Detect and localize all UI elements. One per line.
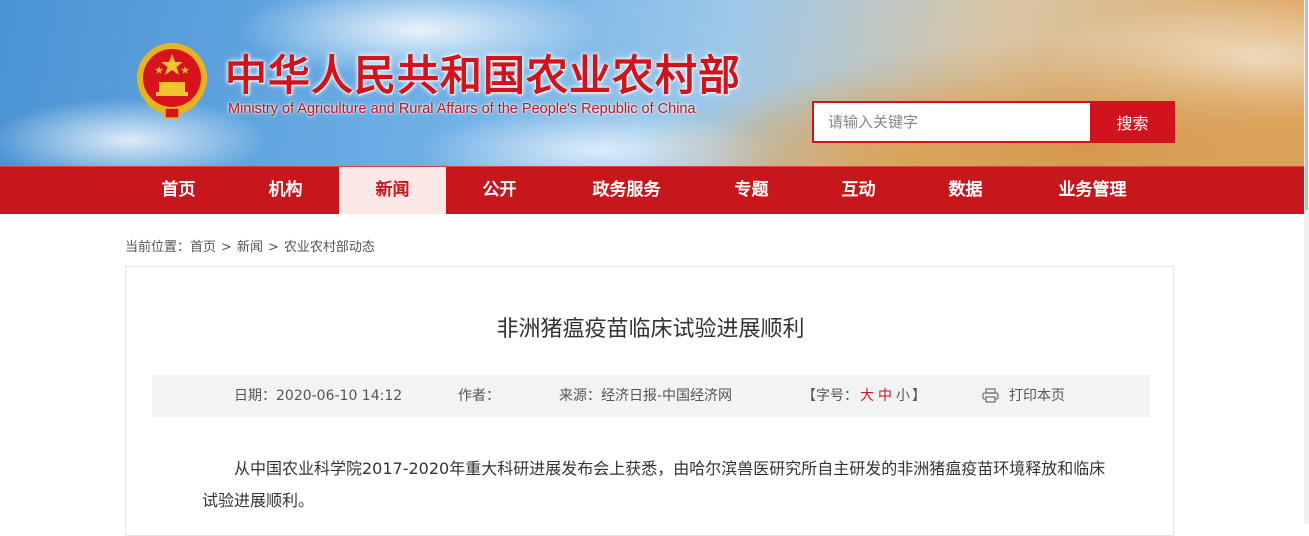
font-size-small-button[interactable]: 小 [896,388,910,404]
date-label: 日期： [234,388,276,404]
nav-item-business-management[interactable]: 业务管理 [1026,167,1159,214]
national-emblem-icon[interactable] [135,40,209,120]
font-size-close: 】 [912,388,926,404]
source-label: 来源： [559,388,601,404]
article-meta: 日期：2020-06-10 14:12 作者： 来源：经济日报-中国经济网 【字… [152,375,1150,417]
article-container: 非洲猪瘟疫苗临床试验进展顺利 日期：2020-06-10 14:12 作者： 来… [125,266,1174,536]
breadcrumb-item-news[interactable]: 新闻 [237,240,263,255]
search-bar: 搜索 [812,101,1175,143]
source-value: 经济日报-中国经济网 [601,388,733,404]
font-size-label: 【字号： [802,388,858,404]
breadcrumb-separator: > [267,240,279,255]
breadcrumb-item-ministry-news[interactable]: 农业农村部动态 [284,240,375,255]
site-subtitle: Ministry of Agriculture and Rural Affair… [228,101,696,117]
author-label: 作者： [458,388,500,404]
meta-date: 日期：2020-06-10 14:12 [234,375,402,417]
nav-item-government-services[interactable]: 政务服务 [560,167,693,214]
nav-item-data[interactable]: 数据 [912,167,1019,214]
meta-font-size: 【字号：大中小】 [802,375,926,417]
article-title: 非洲猪瘟疫苗临床试验进展顺利 [496,317,805,342]
nav-item-news[interactable]: 新闻 [339,167,446,214]
nav-item-home[interactable]: 首页 [125,167,232,214]
nav-item-institutions[interactable]: 机构 [232,167,339,214]
breadcrumb: 当前位置：首页 > 新闻 > 农业农村部动态 [125,236,375,255]
scrollbar-thumb[interactable] [1305,0,1308,210]
date-value: 2020-06-10 14:12 [276,388,403,404]
nav-item-topics[interactable]: 专题 [698,167,805,214]
header-banner: 中华人民共和国农业农村部 Ministry of Agriculture and… [0,0,1304,166]
nav-item-public[interactable]: 公开 [446,167,553,214]
print-page-link[interactable]: 打印本页 [1009,375,1065,417]
font-size-medium-button[interactable]: 中 [878,388,892,404]
search-input[interactable] [812,101,1090,143]
breadcrumb-separator: > [221,240,232,255]
meta-source: 来源：经济日报-中国经济网 [559,375,732,417]
main-nav: 首页 机构 新闻 公开 政务服务 专题 互动 数据 业务管理 [0,166,1304,214]
site-title[interactable]: 中华人民共和国农业农村部 [225,42,741,103]
font-size-large-button[interactable]: 大 [860,388,874,404]
printer-icon[interactable] [982,388,999,403]
nav-item-interaction[interactable]: 互动 [805,167,912,214]
search-button[interactable]: 搜索 [1090,101,1175,143]
breadcrumb-item-home[interactable]: 首页 [190,240,216,255]
meta-author: 作者： [458,375,500,417]
article-body: 从中国农业科学院2017-2020年重大科研进展发布会上获悉，由哈尔滨兽医研究所… [202,459,1106,510]
breadcrumb-prefix: 当前位置： [125,240,191,255]
